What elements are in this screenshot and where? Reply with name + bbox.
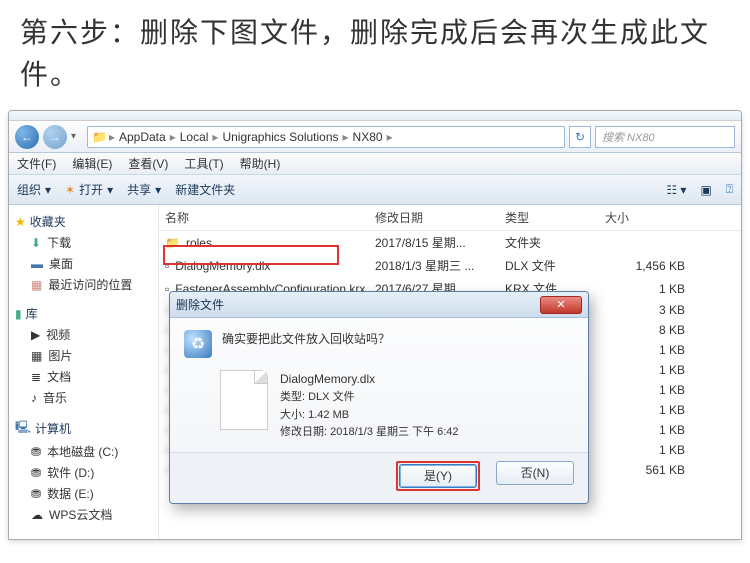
yes-button[interactable]: 是(Y) xyxy=(399,464,477,488)
file-type: 类型: DLX 文件 xyxy=(280,389,459,407)
drive-icon: ⛃ xyxy=(31,445,41,459)
cloud-icon: ☁ xyxy=(31,508,43,522)
file-size-cell: 1 KB xyxy=(605,363,695,377)
file-size-cell: 1 KB xyxy=(605,443,695,457)
file-name-cell: roles xyxy=(186,236,212,250)
drive-icon: ⛃ xyxy=(31,466,41,480)
recycle-icon: ♻ xyxy=(184,330,212,358)
sidebar-item-music[interactable]: ♪音乐 xyxy=(9,387,158,408)
dialog-titlebar[interactable]: 删除文件 ✕ xyxy=(170,292,588,318)
file-date-cell: 2018/1/3 星期三 ... xyxy=(375,257,505,274)
col-date[interactable]: 修改日期 xyxy=(375,209,505,226)
drive-icon: ⛃ xyxy=(31,487,41,501)
toolbar-organize[interactable]: 组织 ▾ xyxy=(17,181,51,198)
table-row[interactable]: 📁 roles 2017/8/15 星期...文件夹 xyxy=(159,231,741,254)
sidebar-item-videos[interactable]: ▶视频 xyxy=(9,324,158,345)
file-size-cell: 1,456 KB xyxy=(605,259,695,273)
search-input[interactable]: 搜索 NX80 xyxy=(595,126,735,148)
close-button[interactable]: ✕ xyxy=(540,296,582,314)
column-headers[interactable]: 名称 修改日期 类型 大小 xyxy=(159,205,741,231)
crumb-seg[interactable]: NX80 xyxy=(351,130,385,144)
delete-confirm-dialog: 删除文件 ✕ ♻ 确实要把此文件放入回收站吗？ DialogMemory.dlx… xyxy=(169,291,589,504)
no-button[interactable]: 否(N) xyxy=(496,461,574,485)
file-icon xyxy=(220,370,268,430)
sidebar-item-desktop[interactable]: ▬桌面 xyxy=(9,253,158,274)
file-date-cell: 2017/8/15 星期... xyxy=(375,234,505,251)
toolbar-newfolder[interactable]: 新建文件夹 xyxy=(175,181,235,198)
file-name-cell: DialogMemory.dlx xyxy=(175,259,270,273)
sidebar-item-pictures[interactable]: ▦图片 xyxy=(9,345,158,366)
file-icon: 📁 xyxy=(165,236,180,250)
refresh-button[interactable]: ↻ xyxy=(569,126,591,148)
sidebar-item-recent[interactable]: ▦最近访问的位置 xyxy=(9,274,158,295)
titlebar xyxy=(9,111,741,121)
table-row[interactable]: ▫ DialogMemory.dlx 2018/1/3 星期三 ...DLX 文件1… xyxy=(159,254,741,277)
file-icon: ▫ xyxy=(165,259,169,273)
breadcrumb[interactable]: 📁 ▸ AppData▸ Local▸ Unigraphics Solution… xyxy=(87,126,565,148)
annotation-highlight-yes: 是(Y) xyxy=(396,461,480,491)
file-size-cell: 1 KB xyxy=(605,343,695,357)
preview-pane-button[interactable]: ▣ xyxy=(700,183,711,197)
menu-help[interactable]: 帮助(H) xyxy=(240,155,281,172)
sidebar-item-downloads[interactable]: ⬇下载 xyxy=(9,232,158,253)
file-size-cell: 1 KB xyxy=(605,282,695,296)
desktop-icon: ▬ xyxy=(31,257,43,271)
menu-tools[interactable]: 工具(T) xyxy=(184,155,223,172)
sidebar-item-documents[interactable]: ≣文档 xyxy=(9,366,158,387)
recent-icon: ▦ xyxy=(31,278,42,292)
address-bar: ← → ▾ 📁 ▸ AppData▸ Local▸ Unigraphics So… xyxy=(9,121,741,153)
computer-icon: 🖳 xyxy=(15,418,31,439)
file-size-cell: 8 KB xyxy=(605,323,695,337)
view-mode-button[interactable]: ☷ ▾ xyxy=(666,183,686,197)
nav-back-button[interactable]: ← xyxy=(15,125,39,149)
sidebar-computer-title[interactable]: 🖳计算机 xyxy=(9,416,158,441)
menu-file[interactable]: 文件(F) xyxy=(17,155,56,172)
video-icon: ▶ xyxy=(31,328,40,342)
sidebar-libraries-title[interactable]: ▮库 xyxy=(9,303,158,324)
sidebar-item-drive-d[interactable]: ⛃软件 (D:) xyxy=(9,462,158,483)
library-icon: ▮ xyxy=(15,307,22,321)
file-size-cell: 1 KB xyxy=(605,403,695,417)
file-date: 修改日期: 2018/1/3 星期三 下午 6:42 xyxy=(280,424,459,442)
crumb-seg[interactable]: Unigraphics Solutions xyxy=(220,130,340,144)
nav-forward-button[interactable]: → xyxy=(43,125,67,149)
col-type[interactable]: 类型 xyxy=(505,209,605,226)
star-icon: ★ xyxy=(15,215,26,229)
toolbar-open[interactable]: ✶打开 ▾ xyxy=(65,181,113,198)
menu-edit[interactable]: 编辑(E) xyxy=(72,155,112,172)
file-type-cell: DLX 文件 xyxy=(505,257,605,274)
sidebar-item-wps-cloud[interactable]: ☁WPS云文档 xyxy=(9,504,158,525)
menubar: 文件(F) 编辑(E) 查看(V) 工具(T) 帮助(H) xyxy=(9,153,741,175)
col-size[interactable]: 大小 xyxy=(605,209,695,226)
file-size-cell: 1 KB xyxy=(605,423,695,437)
toolbar-share[interactable]: 共享 ▾ xyxy=(127,181,161,198)
folder-icon: 📁 xyxy=(92,130,107,144)
file-size: 大小: 1.42 MB xyxy=(280,407,459,425)
document-icon: ≣ xyxy=(31,370,41,384)
explorer-window: ← → ▾ 📁 ▸ AppData▸ Local▸ Unigraphics So… xyxy=(8,110,742,540)
dialog-title: 删除文件 xyxy=(176,296,224,313)
download-icon: ⬇ xyxy=(31,236,41,250)
sidebar: ★收藏夹 ⬇下载 ▬桌面 ▦最近访问的位置 ▮库 ▶视频 ▦图片 ≣文档 ♪音乐… xyxy=(9,205,159,539)
sidebar-item-drive-c[interactable]: ⛃本地磁盘 (C:) xyxy=(9,441,158,462)
file-details: DialogMemory.dlx 类型: DLX 文件 大小: 1.42 MB … xyxy=(280,370,459,442)
step-caption: 第六步：删除下图文件，删除完成后会再次生成此文件。 xyxy=(0,0,750,106)
file-size-cell: 1 KB xyxy=(605,383,695,397)
file-type-cell: 文件夹 xyxy=(505,234,605,251)
file-size-cell: 561 KB xyxy=(605,463,695,477)
sidebar-favorites-title[interactable]: ★收藏夹 xyxy=(9,211,158,232)
file-size-cell: 3 KB xyxy=(605,303,695,317)
picture-icon: ▦ xyxy=(31,349,42,363)
col-name[interactable]: 名称 xyxy=(165,209,375,226)
nav-history-dropdown[interactable]: ▾ xyxy=(71,131,83,142)
help-button[interactable]: ⍰ xyxy=(726,182,733,197)
sidebar-item-drive-e[interactable]: ⛃数据 (E:) xyxy=(9,483,158,504)
file-name: DialogMemory.dlx xyxy=(280,370,459,389)
dialog-message: 确实要把此文件放入回收站吗？ xyxy=(222,330,390,358)
toolbar: 组织 ▾ ✶打开 ▾ 共享 ▾ 新建文件夹 ☷ ▾ ▣ ⍰ xyxy=(9,175,741,205)
menu-view[interactable]: 查看(V) xyxy=(128,155,168,172)
crumb-seg[interactable]: Local xyxy=(178,130,211,144)
music-icon: ♪ xyxy=(31,391,37,405)
crumb-seg[interactable]: AppData xyxy=(117,130,168,144)
